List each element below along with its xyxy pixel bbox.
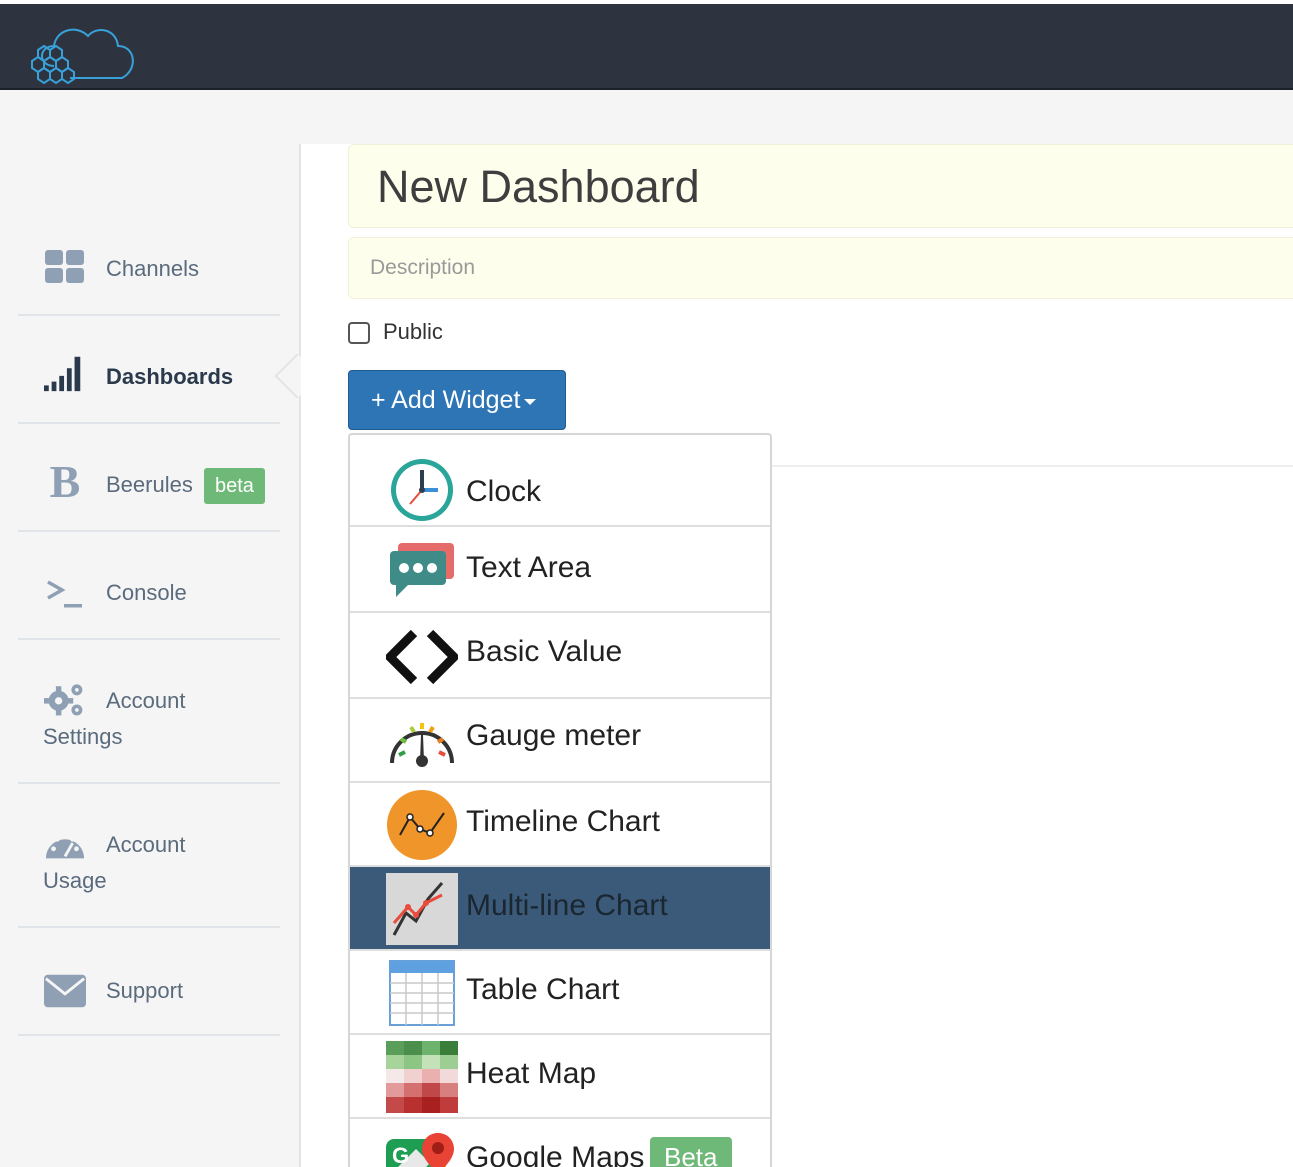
menu-item-clock[interactable]: Clock — [350, 443, 770, 527]
gears-icon — [44, 678, 86, 720]
table-icon — [386, 957, 458, 1029]
dashboard-title: New Dashboard — [377, 161, 700, 212]
terminal-icon — [44, 572, 86, 614]
b-letter-icon: B — [49, 455, 81, 507]
menu-item-label: Timeline Chart — [466, 805, 660, 838]
menu-item-label: Google Maps — [466, 1141, 645, 1167]
sidebar-item-label-2: Usage — [43, 868, 107, 893]
menu-item-label: Basic Value — [466, 635, 623, 668]
sidebar-item-label: Console — [106, 580, 187, 605]
sidebar-item-beerules[interactable]: B Beerules beta — [18, 424, 280, 532]
caret-down-icon — [524, 399, 537, 405]
sidebar-item-account-settings[interactable]: Account Settings — [18, 640, 280, 784]
speedometer-icon — [44, 824, 86, 866]
description-input[interactable]: Description — [348, 237, 1293, 299]
sidebar-item-account-usage[interactable]: Account Usage — [18, 784, 280, 928]
sidebar-item-label: Dashboards — [106, 364, 234, 389]
sidebar-item-label-2: Settings — [43, 724, 123, 749]
menu-item-label: Heat Map — [466, 1057, 597, 1090]
menu-item-gauge-meter[interactable]: Gauge meter — [350, 699, 770, 783]
public-checkbox[interactable] — [348, 322, 370, 344]
code-brackets-icon — [386, 621, 458, 693]
sidebar-item-dashboards[interactable]: Dashboards — [18, 316, 280, 424]
menu-item-label: Text Area — [466, 551, 592, 584]
clock-icon — [386, 454, 458, 526]
sidebar-item-label: Support — [106, 978, 184, 1003]
sidebar-item-label: Beerules — [106, 472, 193, 497]
google-maps-icon: G — [386, 1129, 458, 1167]
timeline-chart-icon — [386, 789, 458, 861]
public-label: Public — [383, 319, 443, 344]
sidebar-item-support[interactable]: Support — [18, 928, 280, 1036]
menu-item-label: Multi-line Chart — [466, 889, 668, 922]
menu-item-heat-map[interactable]: Heat Map — [350, 1035, 770, 1119]
menu-item-google-maps[interactable]: G Google Maps Beta — [350, 1121, 770, 1167]
sidebar-item-label: Channels — [106, 256, 199, 281]
sidebar-item-channels[interactable]: Channels — [18, 216, 280, 316]
menu-item-label: Table Chart — [466, 973, 620, 1006]
menu-item-table-chart[interactable]: Table Chart — [350, 951, 770, 1035]
menu-item-multiline-chart[interactable]: Multi-line Chart — [350, 867, 770, 951]
add-widget-button[interactable]: + Add Widget — [348, 370, 566, 430]
top-navbar — [0, 4, 1293, 90]
menu-item-label: Clock — [466, 475, 542, 508]
envelope-icon — [44, 970, 86, 1012]
sidebar-item-label: Account — [106, 688, 186, 713]
menu-item-text-area[interactable]: Text Area — [350, 529, 770, 613]
sidebar-item-label: Account — [106, 832, 186, 857]
chat-bubbles-icon — [386, 535, 458, 607]
beebotte-logo[interactable] — [24, 16, 144, 84]
sidebar-item-console[interactable]: Console — [18, 532, 280, 640]
beta-badge: Beta — [650, 1137, 732, 1167]
menu-item-timeline-chart[interactable]: Timeline Chart — [350, 783, 770, 867]
signal-bars-icon — [44, 352, 86, 394]
menu-item-label: Gauge meter — [466, 719, 642, 752]
beta-badge: beta — [204, 468, 265, 504]
heatmap-icon — [386, 1041, 458, 1113]
menu-item-basic-value[interactable]: Basic Value — [350, 615, 770, 699]
multiline-chart-icon — [386, 873, 458, 945]
description-placeholder: Description — [370, 256, 476, 279]
add-widget-label: + Add Widget — [371, 385, 521, 414]
widget-dropdown-menu: Clock Text Area Basic Value Gauge meter … — [348, 433, 772, 1167]
gauge-icon — [386, 705, 458, 777]
svg-text:G: G — [392, 1143, 409, 1167]
grid-icon — [44, 246, 86, 288]
dashboard-title-input[interactable]: New Dashboard — [348, 144, 1293, 228]
